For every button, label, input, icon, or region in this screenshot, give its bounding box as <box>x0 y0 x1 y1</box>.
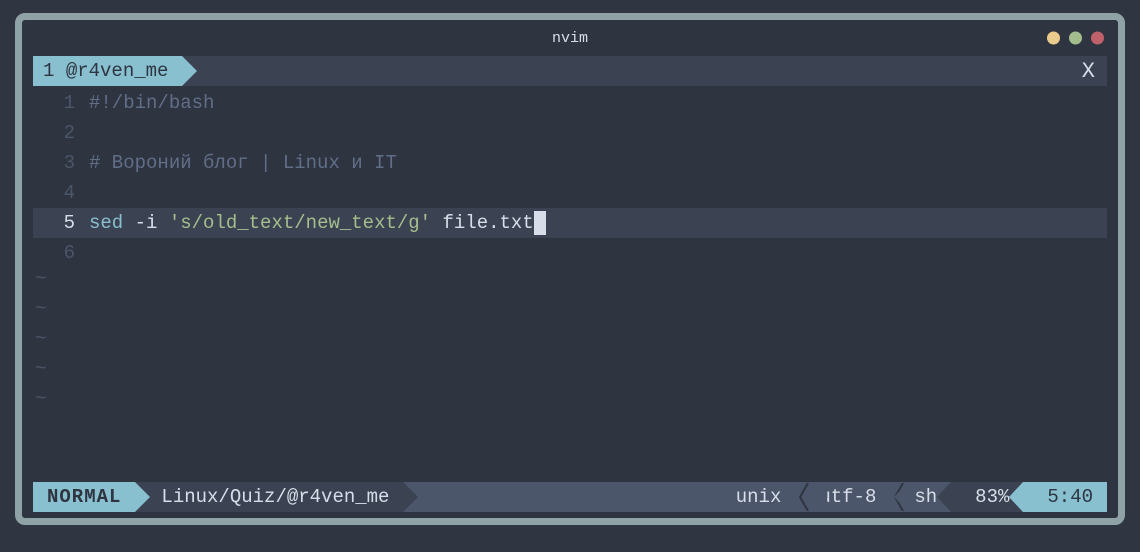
maximize-icon[interactable] <box>1069 32 1082 45</box>
empty-line-tilde: ~ <box>33 388 1107 418</box>
statusline: NORMAL Linux/Quiz/@r4ven_me unix utf-8 s… <box>33 482 1107 512</box>
code-line[interactable]: 6 <box>33 238 1107 268</box>
code-line[interactable]: 3# Вороний блог | Linux и IT <box>33 148 1107 178</box>
mode-indicator: NORMAL <box>33 482 135 512</box>
file-format: unix <box>710 482 796 512</box>
terminal-window: nvim 1 @r4ven_me X 1#!/bin/bash23# Ворон… <box>15 13 1125 525</box>
empty-line-tilde: ~ <box>33 358 1107 388</box>
empty-line-tilde: ~ <box>33 328 1107 358</box>
empty-line-tilde: ~ <box>33 268 1107 298</box>
tab-number: 1 <box>43 60 54 82</box>
cursor-position: 5:40 <box>1023 482 1107 512</box>
code-content: #!/bin/bash <box>89 92 214 114</box>
window-controls <box>1047 32 1104 45</box>
line-number: 6 <box>33 242 89 264</box>
code-line[interactable]: 1#!/bin/bash <box>33 88 1107 118</box>
editor-area[interactable]: 1#!/bin/bash23# Вороний блог | Linux и I… <box>22 86 1118 482</box>
code-content: sed -i 's/old_text/new_text/g' file.txt <box>89 211 546 235</box>
code-line[interactable]: 5sed -i 's/old_text/new_text/g' file.txt <box>33 208 1107 238</box>
code-line[interactable]: 4 <box>33 178 1107 208</box>
file-path: Linux/Quiz/@r4ven_me <box>135 482 403 512</box>
encoding: utf-8 <box>813 482 890 512</box>
tab-close-button[interactable]: X <box>1070 56 1107 86</box>
window-title: nvim <box>552 30 588 47</box>
close-icon[interactable] <box>1091 32 1104 45</box>
cursor <box>534 211 546 235</box>
buffer-tab[interactable]: 1 @r4ven_me <box>33 56 182 86</box>
line-number: 2 <box>33 122 89 144</box>
line-number: 3 <box>33 152 89 174</box>
empty-line-tilde: ~ <box>33 298 1107 328</box>
statusline-spacer <box>403 482 709 512</box>
minimize-icon[interactable] <box>1047 32 1060 45</box>
tabline: 1 @r4ven_me X <box>33 56 1107 86</box>
titlebar: nvim <box>22 20 1118 56</box>
line-number: 4 <box>33 182 89 204</box>
separator-icon <box>795 482 813 512</box>
line-number: 1 <box>33 92 89 114</box>
tab-sep <box>54 60 65 82</box>
code-line[interactable]: 2 <box>33 118 1107 148</box>
code-content: # Вороний блог | Linux и IT <box>89 152 397 174</box>
line-number: 5 <box>33 212 89 234</box>
tab-label: @r4ven_me <box>66 60 169 82</box>
